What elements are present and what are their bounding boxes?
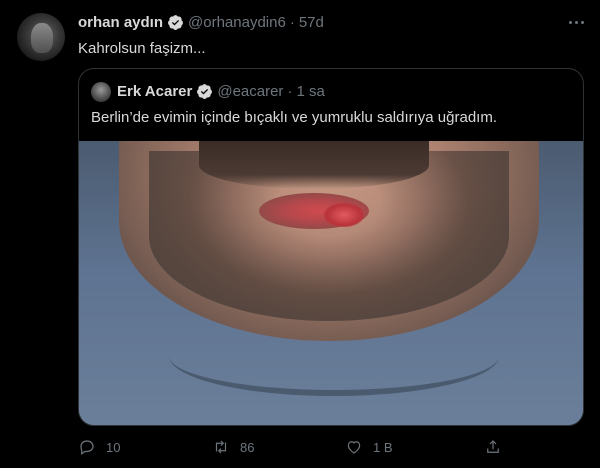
quoted-author-avatar[interactable] <box>91 82 111 102</box>
author-handle[interactable]: @orhanaydin6 <box>188 14 286 31</box>
author-name[interactable]: orhan aydın <box>78 14 163 31</box>
retweet-button[interactable]: 86 <box>212 438 254 456</box>
tweet-header: orhan aydın @orhanaydin6 · 57d <box>78 14 324 31</box>
like-button[interactable]: 1 B <box>345 438 393 456</box>
like-count: 1 B <box>373 439 393 455</box>
reply-button[interactable]: 10 <box>78 438 120 456</box>
quoted-tweet-photo[interactable] <box>79 141 583 425</box>
quoted-tweet-text: Berlin’de evimin içinde bıçaklı ve yumru… <box>91 109 498 126</box>
verified-badge-icon <box>168 15 183 30</box>
retweet-icon <box>215 440 227 454</box>
share-button[interactable] <box>484 438 502 456</box>
separator-dot: · <box>289 14 295 31</box>
heart-icon <box>347 441 361 454</box>
tweet-actions-bar: 10 86 1 B <box>0 438 600 460</box>
tweet-timestamp[interactable]: 57d <box>299 14 324 31</box>
share-icon <box>487 440 499 453</box>
quoted-author-name[interactable]: Erk Acarer <box>117 83 192 100</box>
quoted-timestamp[interactable]: 1 sa <box>296 83 324 100</box>
quoted-verified-badge-icon <box>197 84 213 99</box>
quoted-separator-dot: · <box>287 83 293 100</box>
reply-count: 10 <box>106 439 121 455</box>
reply-icon <box>80 440 94 455</box>
tweet-text: Kahrolsun faşizm... <box>78 40 206 57</box>
author-avatar[interactable] <box>17 13 65 61</box>
quoted-tweet[interactable]: Erk Acarer @eacarer · 1 sa Berlin’de evi… <box>78 68 584 426</box>
retweet-count: 86 <box>240 439 255 455</box>
more-options-icon[interactable] <box>566 12 586 32</box>
quoted-author-handle[interactable]: @eacarer <box>217 83 283 100</box>
quoted-tweet-header: Erk Acarer @eacarer · 1 sa <box>117 83 325 100</box>
